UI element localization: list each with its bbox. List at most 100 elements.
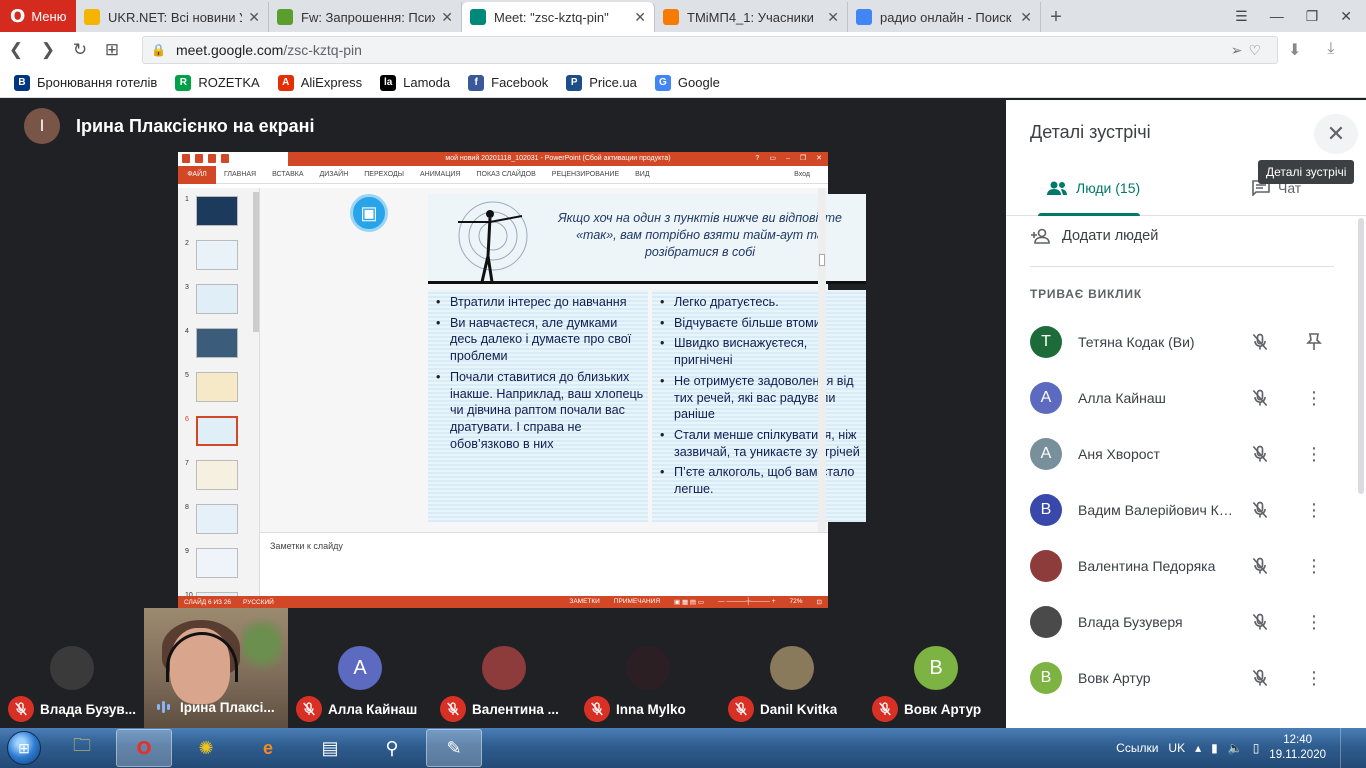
close-window-button[interactable]: ✕ — [1340, 8, 1352, 25]
participant-tile[interactable]: Валентина ... — [432, 608, 576, 728]
slide-thumbnail[interactable] — [196, 240, 238, 270]
zoom-slider[interactable]: — ———┼——— + — [718, 598, 776, 606]
browser-tab[interactable]: радио онлайн - Поиск в Google ✕ — [848, 2, 1041, 32]
tray-expand-icon[interactable]: ▴ — [1195, 741, 1201, 755]
ie-taskbar-icon[interactable]: e — [240, 729, 296, 767]
minimize-button[interactable]: — — [1270, 8, 1284, 24]
url-field[interactable]: 🔒 meet.google.com/zsc-kztq-pin ➢♡ — [142, 36, 1278, 64]
browser-tab[interactable]: ТМіМП4_1: Учасники ✕ — [655, 2, 848, 32]
media-app-taskbar-icon[interactable]: ▤ — [302, 729, 358, 767]
ribbon-tab[interactable]: ФАЙЛ — [178, 165, 216, 184]
downloads-icon[interactable]: ⤓ — [1327, 40, 1334, 60]
add-people-button[interactable]: Додати людей — [1030, 228, 1158, 244]
bookmark-item[interactable]: R ROZETKA — [175, 74, 260, 91]
network-icon[interactable]: ▮ — [1211, 741, 1218, 755]
participant-row[interactable]: Т Тетяна Кодак (Ви) — [1030, 322, 1340, 362]
presentation-icon: ▣ — [350, 194, 388, 232]
bookmark-item[interactable]: B Бронювання готелів — [14, 74, 157, 91]
slide-thumbnail[interactable] — [196, 416, 238, 446]
more-options-icon[interactable]: · · · — [1306, 606, 1322, 638]
explorer-taskbar-icon[interactable]: 🗀 — [54, 729, 110, 767]
participant-row[interactable]: В Вадим Валерійович Ко... · · · — [1030, 490, 1340, 530]
tab-close-icon[interactable]: ✕ — [1020, 9, 1032, 26]
power-icon[interactable]: ▯ — [1253, 741, 1260, 755]
participant-tile[interactable]: Danil Kvitka — [720, 608, 864, 728]
pin-icon[interactable] — [1306, 332, 1322, 352]
participant-tile[interactable]: Inna Mylko — [576, 608, 720, 728]
more-options-icon[interactable]: · · · — [1306, 550, 1322, 582]
participant-row[interactable]: А Алла Кайнаш · · · — [1030, 378, 1340, 418]
opera-menu-button[interactable]: O Меню — [0, 0, 76, 32]
maximize-button[interactable]: ❐ — [1306, 8, 1319, 25]
paint-taskbar-icon[interactable]: ✎ — [426, 729, 482, 767]
panel-scrollbar[interactable] — [1358, 218, 1364, 494]
browser-tab[interactable]: UKR.NET: Всі новини України ✕ — [76, 2, 269, 32]
back-button[interactable]: ❮ — [0, 40, 32, 60]
ribbon-tab[interactable]: РЕЦЕНЗИРОВАНИЕ — [544, 166, 627, 184]
volume-icon[interactable]: 🔈 — [1228, 741, 1243, 755]
status-notes-button[interactable]: ЗАМЕТКИ — [569, 598, 599, 606]
status-comments-button[interactable]: ПРИМЕЧАНИЯ — [614, 598, 660, 606]
ribbon-tab[interactable]: АНИМАЦИЯ — [412, 166, 469, 184]
browser-tab[interactable]: Fw: Запрошення: Психологічна ✕ — [269, 2, 462, 32]
bookmark-item[interactable]: f Facebook — [468, 74, 548, 91]
thumbs-scrollbar[interactable] — [253, 192, 259, 332]
tab-people[interactable]: Люди (15) — [1046, 180, 1140, 196]
slide-thumbnail[interactable] — [196, 504, 238, 534]
more-options-icon[interactable]: · · · — [1306, 382, 1322, 414]
speed-dial-button[interactable]: ⊞ — [96, 40, 128, 60]
tab-search-icon[interactable]: ☰ — [1235, 8, 1248, 25]
tab-close-icon[interactable]: ✕ — [248, 9, 260, 26]
bookmark-item[interactable]: P Price.ua — [566, 74, 637, 91]
send-heart-icons[interactable]: ➢♡ — [1231, 42, 1277, 59]
bookmark-item[interactable]: A AliExpress — [277, 74, 362, 91]
ribbon-tab[interactable]: ПЕРЕХОДЫ — [356, 166, 412, 184]
forward-button[interactable]: ❯ — [32, 40, 64, 60]
participant-row[interactable]: Влада Бузуверя · · · — [1030, 602, 1340, 642]
tab-close-icon[interactable]: ✕ — [441, 9, 453, 26]
start-button[interactable]: ⊞ — [0, 728, 48, 768]
more-options-icon[interactable]: · · · — [1306, 662, 1322, 694]
slide-thumbnail[interactable] — [196, 196, 238, 226]
participant-tile[interactable]: В Вовк Артур — [864, 608, 1008, 728]
browser-tab[interactable]: Meet: "zsc-kztq-pin" ✕ — [462, 2, 655, 32]
participant-row[interactable]: А Аня Хворост · · · — [1030, 434, 1340, 474]
new-tab-button[interactable]: + — [1041, 2, 1071, 32]
participant-row[interactable]: В Вовк Артур · · · — [1030, 658, 1340, 698]
download-arrow-icon[interactable]: ⬇ — [1288, 40, 1301, 60]
participant-tile[interactable]: Ірина Плаксі... — [144, 608, 288, 728]
ribbon-tab[interactable]: ПОКАЗ СЛАЙДОВ — [469, 166, 544, 184]
slide-thumbnail[interactable] — [196, 328, 238, 358]
links-toolbar[interactable]: Ссылки — [1116, 741, 1158, 755]
ribbon-tab[interactable]: ВИД — [627, 166, 657, 184]
ribbon-tab[interactable]: ДИЗАЙН — [312, 166, 357, 184]
tab-close-icon[interactable]: ✕ — [827, 9, 839, 26]
show-desktop-button[interactable] — [1340, 728, 1352, 768]
ppt-login-link[interactable]: Вход — [794, 171, 828, 178]
slide-scrollbar[interactable] — [818, 188, 826, 532]
clock[interactable]: 12:40 19.11.2020 — [1269, 733, 1326, 763]
participant-tile[interactable]: Влада Бузув... — [0, 608, 144, 728]
ribbon-tab[interactable]: ГЛАВНАЯ — [216, 166, 264, 184]
more-options-icon[interactable]: · · · — [1306, 438, 1322, 470]
ribbon-tab[interactable]: ВСТАВКА — [264, 166, 311, 184]
tab-close-icon[interactable]: ✕ — [634, 9, 646, 26]
view-buttons-icon[interactable]: ▣ ▦ ▤ ▭ — [674, 598, 704, 606]
close-panel-button[interactable]: ✕ — [1314, 114, 1358, 154]
participant-tile[interactable]: А Алла Кайнаш — [288, 608, 432, 728]
bookmark-item[interactable]: G Google — [654, 74, 720, 91]
opera-taskbar-icon[interactable]: O — [116, 729, 172, 767]
more-options-icon[interactable]: · · · — [1306, 494, 1322, 526]
slide-notes[interactable]: Заметки к слайду — [260, 532, 828, 596]
slide-thumbnail[interactable] — [196, 460, 238, 490]
search-app-taskbar-icon[interactable]: ⚲ — [364, 729, 420, 767]
participant-row[interactable]: Валентина Педоряка · · · — [1030, 546, 1340, 586]
slide-thumbnail[interactable] — [196, 372, 238, 402]
bookmark-item[interactable]: la Lamoda — [380, 74, 450, 91]
fit-slide-icon[interactable]: ⊡ — [817, 598, 822, 606]
slide-thumbnail[interactable] — [196, 548, 238, 578]
language-indicator[interactable]: UK — [1168, 741, 1185, 755]
reload-button[interactable]: ↻ — [64, 40, 96, 60]
fan-app-taskbar-icon[interactable]: ✺ — [178, 729, 234, 767]
slide-thumbnail[interactable] — [196, 284, 238, 314]
